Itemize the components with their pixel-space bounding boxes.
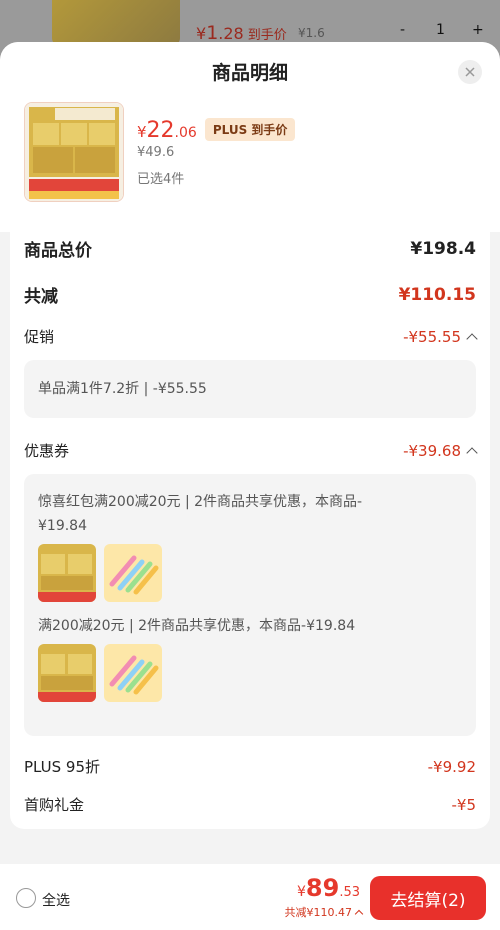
first-purchase-row: 首购礼金 -¥5: [24, 794, 476, 815]
checkout-footer: 全选 ¥ 89 .53 共减¥110.47 去结算(2): [0, 864, 500, 930]
footer-total: ¥ 89 .53: [297, 874, 360, 902]
plus-price-badge: PLUS 到手价: [204, 118, 296, 141]
footer-savings-text: 共减¥110.47: [284, 906, 353, 919]
close-icon: [465, 67, 475, 77]
coupon-label: 优惠券: [24, 442, 70, 460]
chevron-up-icon: [354, 909, 364, 918]
chevron-up-icon: [466, 447, 478, 459]
background-price-tag: 到手价: [247, 28, 287, 43]
promotion-row[interactable]: 促销 -¥55.55: [24, 326, 478, 347]
checkout-button[interactable]: 去结算(2): [370, 876, 486, 920]
first-purchase-label: 首购礼金: [24, 796, 85, 814]
coupon-row[interactable]: 优惠券 -¥39.68: [24, 440, 478, 461]
coupon2-product-image-pens: [104, 644, 162, 702]
promotion-detail-box: 单品满1件7.2折 | -¥55.55: [24, 360, 476, 418]
sheet-header: 商品明细 ¥ 22 .06 PLUS 到手价 ¥49.6 已选4件: [0, 42, 500, 232]
coupon1-detail: 惊喜红包满200减20元 | 2件商品共享优惠，本商品-¥19.84: [38, 494, 363, 534]
background-qty-plus[interactable]: +: [472, 22, 484, 38]
background-qty-value: 1: [436, 22, 445, 38]
original-price: ¥49.6: [137, 145, 175, 160]
coupon-value-wrap[interactable]: -¥39.68: [403, 441, 478, 460]
selected-count: 已选4件: [137, 172, 185, 187]
footer-total-symbol: ¥: [296, 884, 306, 900]
product-detail-sheet: 商品明细 ¥ 22 .06 PLUS 到手价 ¥49.6 已选4件 商品总价 ¥…: [0, 42, 500, 930]
background-price-dec: .28: [218, 24, 244, 43]
background-price-symbol: ¥: [196, 24, 207, 43]
close-button[interactable]: [458, 60, 482, 84]
plus-discount-label: PLUS 95折: [24, 758, 101, 776]
total-reduce-row: 共减 ¥110.15: [24, 282, 476, 308]
sheet-title: 商品明细: [211, 62, 288, 84]
first-purchase-value: -¥5: [451, 795, 477, 814]
price-detail-card: 商品总价 ¥198.4 共减 ¥110.15 促销 -¥55.55 单品满1件7…: [10, 214, 490, 829]
background-price: ¥1.28 到手价: [196, 22, 287, 44]
select-all-label[interactable]: 全选: [42, 890, 70, 910]
promotion-value-wrap[interactable]: -¥55.55: [403, 327, 478, 346]
product-price: ¥ 22 .06 PLUS 到手价: [137, 118, 296, 144]
coupon-value: -¥39.68: [403, 441, 461, 460]
price-symbol: ¥: [137, 123, 147, 141]
total-price-row: 商品总价 ¥198.4: [24, 236, 476, 262]
coupon2-detail: 满200减20元 | 2件商品共享优惠，本商品-¥19.84: [38, 618, 356, 634]
footer-savings[interactable]: 共减¥110.47: [284, 904, 364, 920]
background-orig-price: ¥1.6: [298, 26, 325, 40]
promotion-detail: 单品满1件7.2折 | -¥55.55: [38, 381, 207, 397]
background-qty-stepper[interactable]: - 1 +: [400, 22, 490, 44]
background-qty-minus[interactable]: -: [400, 22, 405, 38]
footer-total-dec: .53: [339, 885, 360, 900]
total-price-label: 商品总价: [24, 241, 92, 261]
promotion-value: -¥55.55: [403, 327, 461, 346]
coupon1-products: [38, 544, 462, 602]
price-int: 22: [146, 118, 175, 143]
plus-discount-row: PLUS 95折 -¥9.92: [24, 756, 476, 777]
footer-total-int: 89: [305, 874, 340, 902]
coupon1-product-image-pens: [104, 544, 162, 602]
promotion-label: 促销: [24, 328, 55, 346]
price-dec: .06: [174, 125, 197, 141]
coupon1-product-image-paper: [38, 544, 96, 602]
total-price-value: ¥198.4: [410, 238, 476, 259]
total-reduce-label: 共减: [24, 287, 58, 307]
coupon2-products: [38, 644, 462, 702]
plus-discount-value: -¥9.92: [427, 757, 476, 776]
coupon-detail-box: 惊喜红包满200减20元 | 2件商品共享优惠，本商品-¥19.84 满200减…: [24, 474, 476, 736]
coupon2-product-image-paper: [38, 644, 96, 702]
select-all-radio[interactable]: [16, 888, 36, 908]
total-reduce-value: ¥110.15: [398, 284, 476, 305]
product-image: [24, 102, 124, 202]
background-price-int: 1: [206, 22, 219, 44]
chevron-up-icon: [466, 333, 478, 345]
background-product-image: [52, 0, 180, 46]
